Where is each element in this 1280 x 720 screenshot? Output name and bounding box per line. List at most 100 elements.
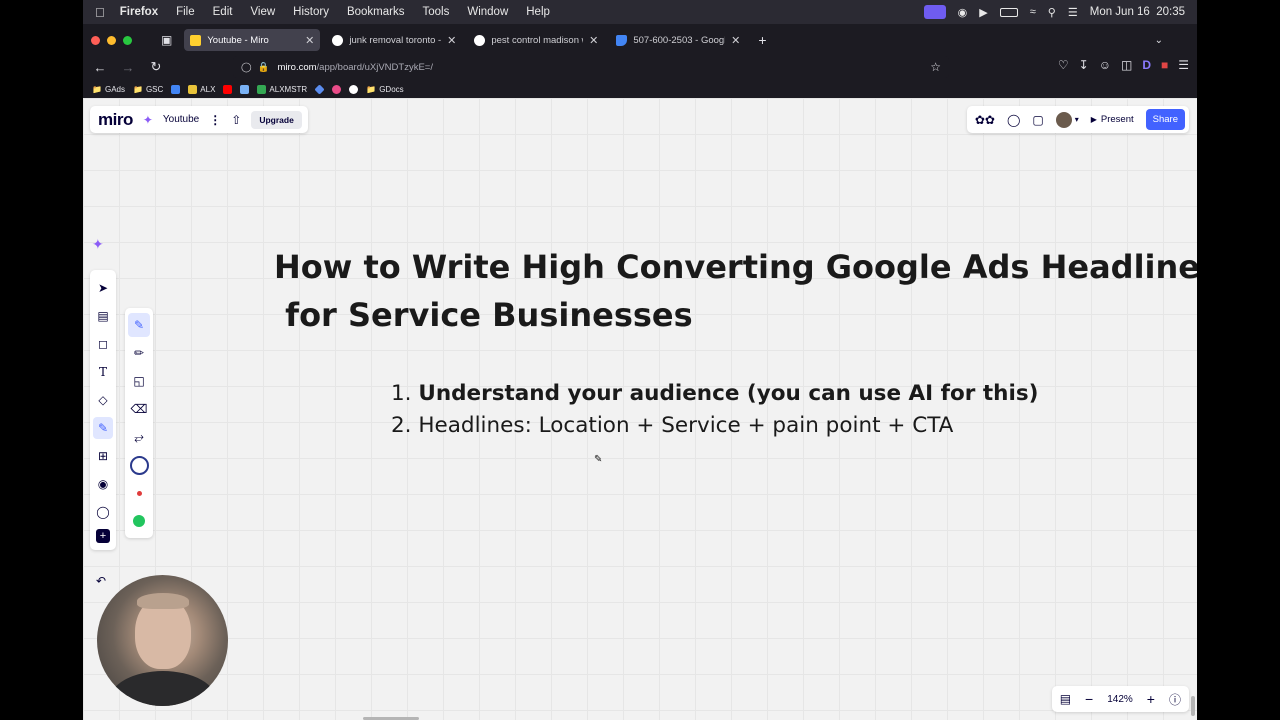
sticky-note-icon[interactable]: ◻ [93,333,113,355]
account-icon[interactable]: ☺ [1099,58,1111,72]
close-window-button[interactable] [91,35,100,45]
pen-icon[interactable]: ✎ [128,313,150,337]
tab-overview-icon[interactable]: ▣ [161,33,172,47]
present-button[interactable]: ▶ Present [1091,114,1134,125]
bookmark-alxmstr[interactable]: ALXMSTR [257,84,307,94]
shield-icon[interactable]: ◯ [241,62,252,73]
menu-tools[interactable]: Tools [413,6,458,18]
bookmark-gsc[interactable]: 📁 GSC [133,85,163,94]
browser-window:  Firefox File Edit View History Bookmar… [83,0,1197,720]
apple-icon[interactable]:  [83,5,111,20]
collaborators-avatar[interactable]: ▾ [1055,111,1079,128]
share-button[interactable]: Share [1145,109,1185,130]
templates-icon[interactable]: ▤ [93,305,113,327]
lock-icon[interactable]: 🔒 [258,62,270,73]
bookmark-star-icon[interactable]: ☆ [930,60,941,74]
bookmark-youtube[interactable] [223,84,233,94]
menu-app-name[interactable]: Firefox [111,6,167,18]
close-tab-icon[interactable]: ✕ [589,34,598,47]
bookmark-docs[interactable] [171,84,181,94]
comment-tool-icon[interactable]: ◯ [93,501,113,523]
menu-view[interactable]: View [241,6,284,18]
video-call-icon[interactable]: ▢ [1032,114,1043,126]
url-bar[interactable]: ◯ 🔒 miro.com/app/board/uXjVNDTzykE=/ ☆ [233,56,949,78]
zoom-window-button[interactable] [123,35,132,45]
control-center-icon[interactable]: ☰ [1068,6,1078,19]
export-icon[interactable]: ⇧ [231,114,241,126]
play-status-icon[interactable]: ▶ [979,6,987,19]
comments-icon[interactable]: ◯ [1007,114,1020,126]
bookmark-gdocs[interactable]: 📁 GDocs [366,85,403,94]
pocket-icon[interactable]: ♡ [1058,58,1069,72]
minimize-window-button[interactable] [107,35,116,45]
new-tab-icon[interactable]: + [758,32,766,48]
extension-badge-icon[interactable]: ■ [1161,58,1168,72]
zoom-level[interactable]: 142% [1107,694,1133,705]
frame-tool-icon[interactable]: ⊞ [93,445,113,467]
more-options-icon[interactable]: ⋮ [209,114,221,126]
board-name[interactable]: Youtube [163,114,199,125]
help-icon[interactable]: ⓘ [1169,691,1181,708]
board-numbered-list[interactable]: 1. Understand your audience (you can use… [391,378,1038,442]
menu-file[interactable]: File [167,6,204,18]
tab-pest-control[interactable]: pest control madison wi - Googl ✕ [468,29,604,51]
miro-logo[interactable]: miro [98,110,133,130]
eraser-icon[interactable]: ⌫ [128,397,150,421]
reactions-icon[interactable]: ✿✿ [975,114,995,126]
menu-history[interactable]: History [284,6,338,18]
spotlight-search-icon[interactable]: ⚲ [1048,6,1056,19]
battery-icon[interactable] [999,7,1018,17]
board-title[interactable]: How to Write High Converting Google Ads … [274,243,1197,339]
ai-sparkle-icon[interactable]: ✦ [92,236,104,253]
bookmark-alx[interactable]: ALX [188,84,215,94]
add-more-icon[interactable]: + [96,529,110,543]
reload-icon[interactable]: ↻ [145,59,167,75]
menu-bookmarks[interactable]: Bookmarks [338,6,414,18]
menu-clock[interactable]: Mon Jun 16 20:35 [1090,6,1185,18]
list-all-tabs-icon[interactable]: ⌄ [1155,35,1163,46]
highlighter-icon[interactable]: ✏ [128,341,150,365]
close-tab-icon[interactable]: ✕ [305,34,314,47]
tab-junk-removal[interactable]: junk removal toronto - Google S ✕ [326,29,462,51]
apps-icon[interactable]: ◉ [93,473,113,495]
zoom-out-icon[interactable]: − [1085,691,1093,707]
bookmark-gads[interactable]: 📁 GAds [92,85,125,94]
downloads-icon[interactable]: ↧ [1079,58,1089,72]
stroke-size-option[interactable] [128,453,150,477]
tab-google-ads[interactable]: 507-600-2503 - Google Ads ✕ [610,29,746,51]
board-party-icon[interactable]: ✦ [143,113,153,127]
close-tab-icon[interactable]: ✕ [731,34,740,47]
color-option-green[interactable] [128,509,150,533]
miro-board-canvas[interactable]: miro ✦ Youtube ⋮ ⇧ Upgrade ✿✿ ◯ ▢ ▾ ▶ Pre… [83,98,1197,720]
vertical-scrollbar[interactable] [1191,696,1195,716]
select-cursor-icon[interactable]: ➤ [93,277,113,299]
app-menu-icon[interactable]: ☰ [1178,58,1189,72]
menu-window[interactable]: Window [458,6,517,18]
zoom-in-icon[interactable]: + [1147,691,1155,707]
tab-youtube-miro[interactable]: Youtube - Miro ✕ [184,29,321,51]
menu-help[interactable]: Help [517,6,559,18]
lasso-icon[interactable]: ⥂ [128,425,150,449]
extensions-icon[interactable]: ◫ [1121,58,1132,72]
wifi-icon[interactable]: ≈ [1030,6,1036,18]
color-option-red[interactable] [128,481,150,505]
url-host: miro.com [277,61,317,73]
forward-icon[interactable]: → [117,60,139,75]
bookmark-calendar[interactable] [240,84,250,94]
pen-tool-icon[interactable]: ✎ [93,417,113,439]
smart-draw-icon[interactable]: ◱ [128,369,150,393]
text-tool-icon[interactable]: T [93,361,113,383]
undo-icon[interactable]: ↶ [96,574,106,588]
extension-d-icon[interactable]: D [1142,58,1151,72]
app-status-icon[interactable]: ◉ [958,6,968,19]
fit-to-screen-icon[interactable]: ▤ [1060,692,1071,706]
bookmark-diamond[interactable] [314,83,325,95]
menu-edit[interactable]: Edit [204,6,242,18]
upgrade-button[interactable]: Upgrade [251,110,302,129]
screen-record-icon[interactable] [923,5,946,19]
bookmark-google[interactable] [349,84,359,94]
back-icon[interactable]: ← [89,60,111,75]
shapes-icon[interactable]: ◇ [93,389,113,411]
close-tab-icon[interactable]: ✕ [447,34,456,47]
bookmark-flower[interactable] [332,84,342,94]
